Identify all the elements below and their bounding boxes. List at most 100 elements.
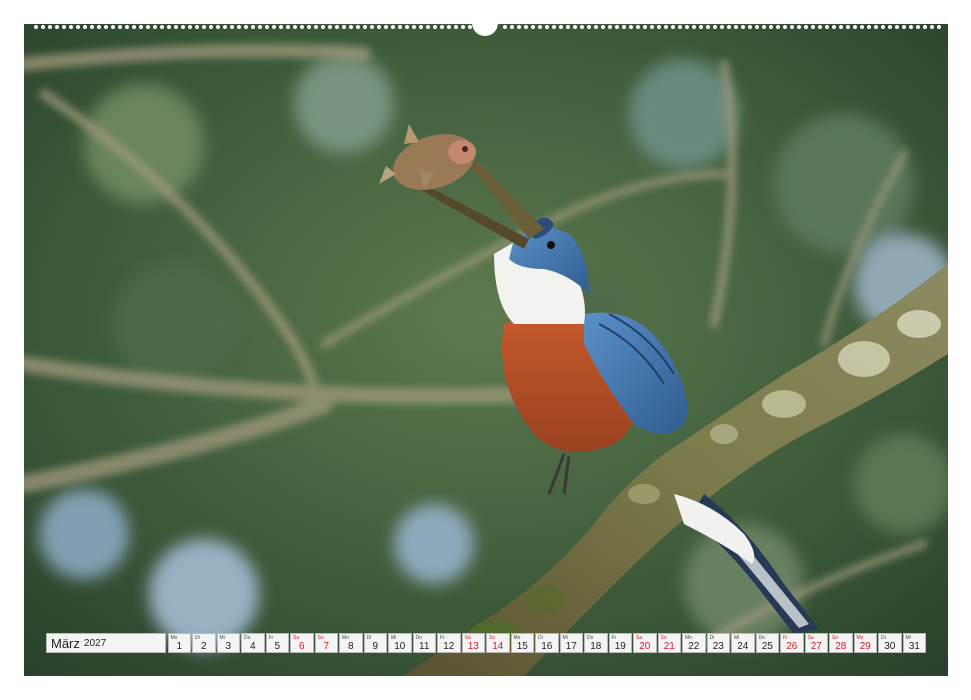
day-number: 31 (908, 641, 920, 652)
binding-dot (671, 25, 675, 29)
binding-dot (895, 25, 899, 29)
binding-dot (545, 25, 549, 29)
binding-dot (167, 25, 171, 29)
day-cell: Mi 31 (902, 633, 926, 653)
binding-dot (293, 25, 297, 29)
binding-dot (398, 25, 402, 29)
binding-dot (776, 25, 780, 29)
binding-dot (566, 25, 570, 29)
binding-dot (34, 25, 38, 29)
binding-dot (125, 25, 129, 29)
day-cell: Mo 22 (682, 633, 706, 653)
day-number: 19 (614, 641, 626, 652)
binding-dot (559, 25, 563, 29)
day-number: 15 (516, 641, 528, 652)
binding-dot (839, 25, 843, 29)
day-number: 6 (298, 641, 305, 652)
day-cell: Mo 29 (853, 633, 877, 653)
binding-dot (419, 25, 423, 29)
binding-dot (531, 25, 535, 29)
binding-dot (342, 25, 346, 29)
binding-dot (48, 25, 52, 29)
day-cell: Mi 3 (216, 633, 240, 653)
binding-dot (748, 25, 752, 29)
binding-dot (587, 25, 591, 29)
binding-dot (741, 25, 745, 29)
binding-dot (825, 25, 829, 29)
day-cell: So 14 (486, 633, 510, 653)
binding-dot (783, 25, 787, 29)
binding-dot (335, 25, 339, 29)
day-cell: Mi 10 (388, 633, 412, 653)
binding-dot (909, 25, 913, 29)
binding-dot (867, 25, 871, 29)
binding-dot (188, 25, 192, 29)
binding-dot (538, 25, 542, 29)
day-number: 2 (200, 641, 207, 652)
binding-dot (391, 25, 395, 29)
binding-dot (769, 25, 773, 29)
binding-dot (69, 25, 73, 29)
binding-dot (370, 25, 374, 29)
day-cell: Di 23 (706, 633, 730, 653)
day-number: 11 (419, 641, 430, 652)
binding-dot (216, 25, 220, 29)
binding-dot (300, 25, 304, 29)
binding-dot (209, 25, 213, 29)
binding-dot (384, 25, 388, 29)
binding-dot (181, 25, 185, 29)
day-cell: Mo 15 (510, 633, 534, 653)
binding-dot (314, 25, 318, 29)
day-number: 13 (467, 641, 479, 652)
binding-dot (720, 25, 724, 29)
binding-dot (223, 25, 227, 29)
binding-dot (454, 25, 458, 29)
day-number: 26 (786, 641, 798, 652)
binding-dot (307, 25, 311, 29)
binding-dot (699, 25, 703, 29)
day-number: 23 (712, 641, 724, 652)
binding-dot (692, 25, 696, 29)
binding-dot (664, 25, 668, 29)
binding-dot (853, 25, 857, 29)
day-number: 25 (761, 641, 773, 652)
day-cell: Do 25 (755, 633, 779, 653)
calendar-page: März 2027 Mo 1 Di 2 Mi 3 Do 4 Fr 5 Sa 6 So 7 Mo 8 Di 9 Mi 1… (0, 0, 971, 700)
binding-dot (405, 25, 409, 29)
binding-dot (818, 25, 822, 29)
day-number: 17 (565, 641, 577, 652)
day-cell: Sa 6 (290, 633, 314, 653)
month-name: März (51, 635, 80, 651)
day-number: 30 (884, 641, 896, 652)
binding-dot (846, 25, 850, 29)
day-cell: Fr 26 (780, 633, 804, 653)
day-cell: Di 30 (878, 633, 902, 653)
binding-dot (524, 25, 528, 29)
binding-dot (41, 25, 45, 29)
binding-dot (356, 25, 360, 29)
binding-dot (258, 25, 262, 29)
day-number: 22 (688, 641, 700, 652)
day-cell: So 28 (829, 633, 853, 653)
binding-dot (90, 25, 94, 29)
binding-dot (321, 25, 325, 29)
day-cell: Mo 8 (339, 633, 363, 653)
binding-dot (790, 25, 794, 29)
binding-dot (62, 25, 66, 29)
binding-dot (636, 25, 640, 29)
binding-dot (363, 25, 367, 29)
day-number: 27 (810, 641, 822, 652)
day-cell: Sa 20 (633, 633, 657, 653)
day-cell: Mi 24 (731, 633, 755, 653)
binding-dot (797, 25, 801, 29)
binding-dot (146, 25, 150, 29)
day-cell: Di 2 (192, 633, 216, 653)
binding-dot (615, 25, 619, 29)
binding-dot (923, 25, 927, 29)
day-cell: Mo 1 (167, 633, 191, 653)
binding-dot (440, 25, 444, 29)
binding-dot (601, 25, 605, 29)
day-cell: Sa 13 (461, 633, 485, 653)
binding-dot (706, 25, 710, 29)
day-cell: Sa 27 (804, 633, 828, 653)
